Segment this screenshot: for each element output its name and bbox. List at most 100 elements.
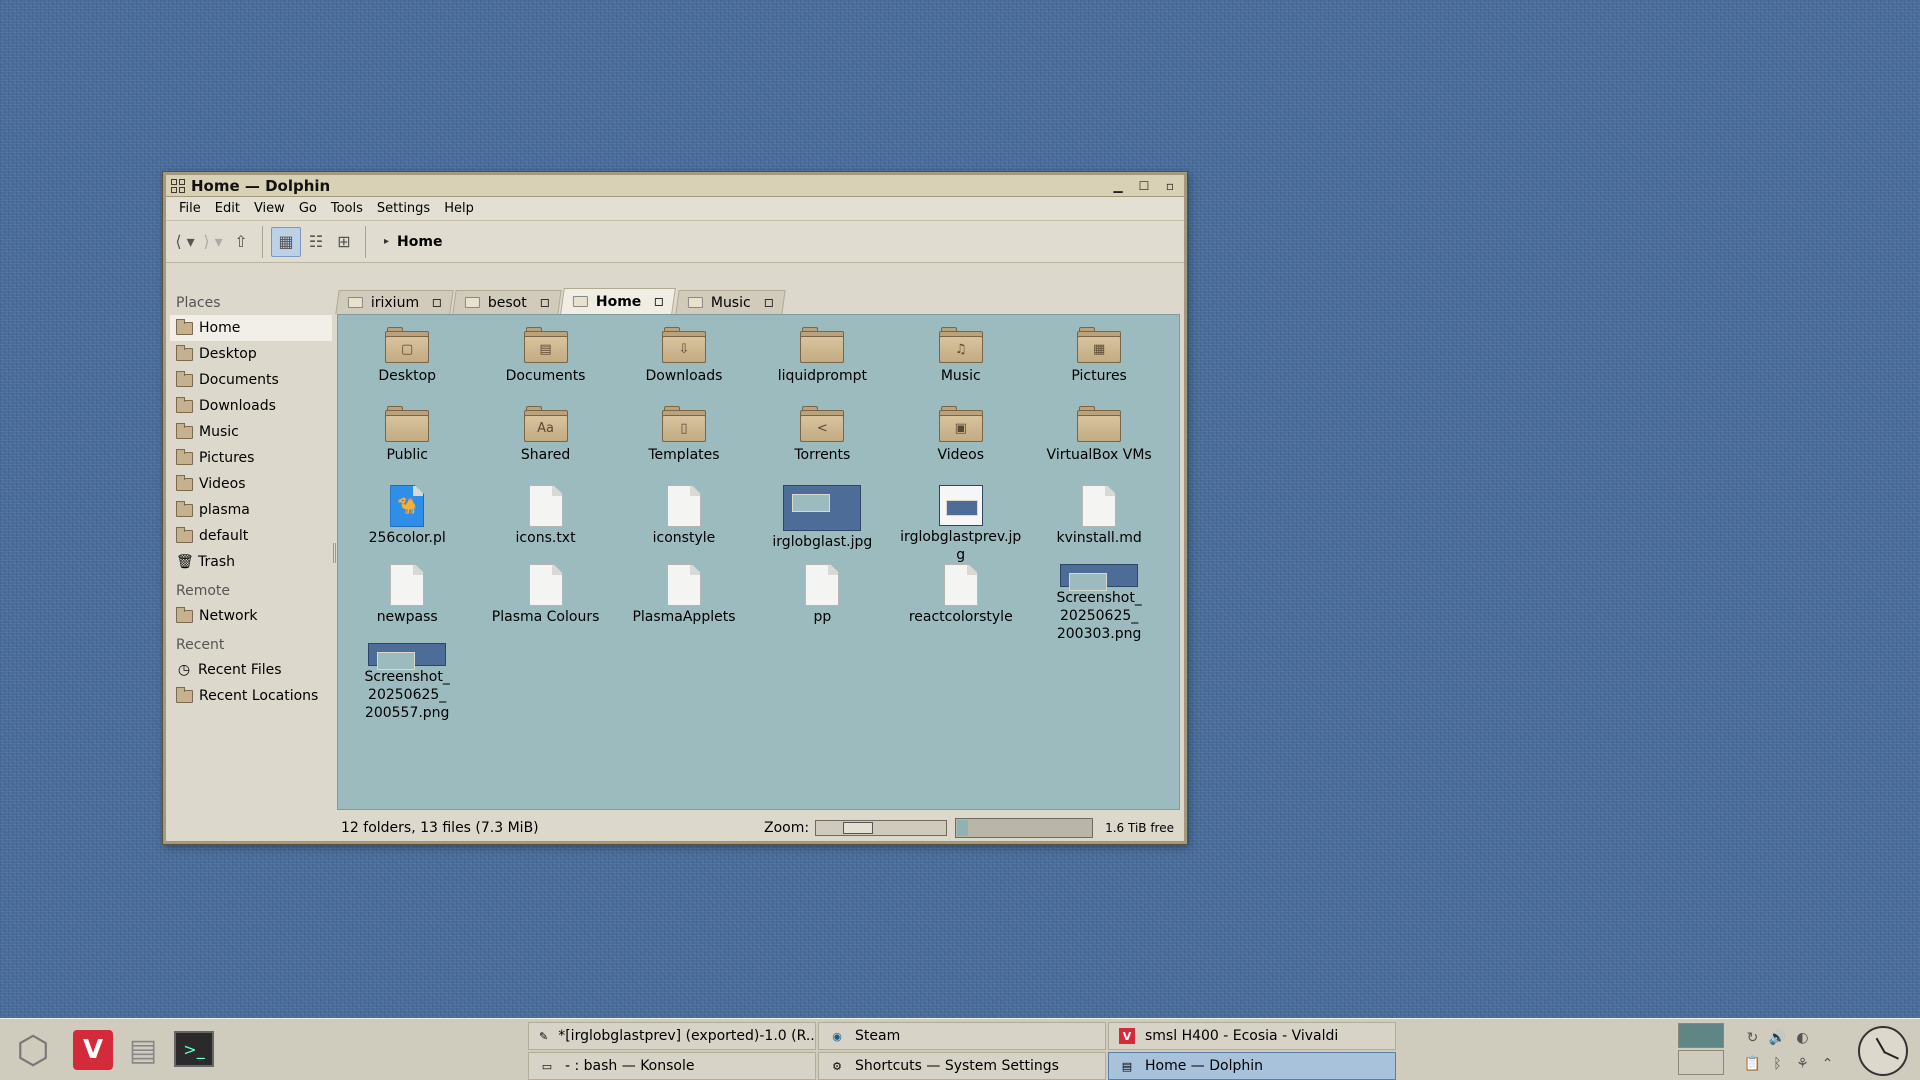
compact-view-button[interactable]: ☷ (303, 227, 329, 257)
tab-besot[interactable]: besot (452, 290, 562, 314)
terminal-launcher-icon[interactable]: >_ (174, 1031, 214, 1067)
breadcrumb[interactable]: ▸ Home (384, 234, 442, 250)
file-manager-launcher-icon[interactable]: ▤ (120, 1027, 166, 1073)
zoom-slider[interactable] (815, 820, 948, 836)
back-button[interactable]: ⟨ ▾ (172, 227, 198, 257)
task-steam[interactable]: ◉ Steam (818, 1022, 1106, 1050)
places-item-downloads[interactable]: Downloads (170, 393, 332, 419)
places-item-pictures[interactable]: Pictures (170, 445, 332, 471)
folder-item[interactable]: liquidprompt (753, 327, 891, 406)
folder-item[interactable]: < Torrents (753, 406, 891, 485)
task-settings[interactable]: ⚙ Shortcuts — System Settings (818, 1052, 1106, 1080)
file-item[interactable]: Plasma Colours (476, 564, 614, 643)
file-name: icons.txt (515, 530, 576, 546)
window-title: Home — Dolphin (191, 176, 331, 195)
minimize-button[interactable]: ▁ (1108, 177, 1128, 195)
panel-splitter[interactable] (333, 543, 336, 563)
tab-close-icon[interactable] (541, 298, 550, 307)
places-item-network[interactable]: Network (170, 603, 332, 629)
task-dolphin[interactable]: ▤ Home — Dolphin (1108, 1052, 1396, 1080)
file-item[interactable]: kvinstall.md (1030, 485, 1168, 564)
places-item-documents[interactable]: Documents (170, 367, 332, 393)
window-menu-icon[interactable] (171, 178, 185, 193)
menu-help[interactable]: Help (437, 201, 481, 216)
folder-item[interactable]: Aa Shared (476, 406, 614, 485)
desktop-1[interactable] (1678, 1023, 1724, 1048)
file-item[interactable]: pp (753, 564, 891, 643)
tab-close-icon[interactable] (655, 297, 664, 306)
desktop-2[interactable] (1678, 1050, 1724, 1075)
folder-item[interactable]: ▦ Pictures (1030, 327, 1168, 406)
task-gimp[interactable]: ✎ *[irglobglastprev] (exported)-1.0 (R... (528, 1022, 816, 1050)
places-item-default[interactable]: default (170, 523, 332, 549)
application-menu-icon[interactable]: ⬡ (10, 1027, 56, 1073)
file-item[interactable]: newpass (338, 564, 476, 643)
menu-settings[interactable]: Settings (370, 201, 437, 216)
folder-item[interactable]: VirtualBox VMs (1030, 406, 1168, 485)
folder-item[interactable]: ▢ Desktop (338, 327, 476, 406)
file-item[interactable]: iconstyle (615, 485, 753, 564)
folder-item[interactable]: Public (338, 406, 476, 485)
menu-tools[interactable]: Tools (324, 201, 370, 216)
breadcrumb-arrow-icon[interactable]: ▸ (384, 236, 389, 247)
file-item[interactable]: irglobglast.jpg (753, 485, 891, 564)
text-file-icon (528, 564, 563, 606)
tab-close-icon[interactable] (433, 298, 442, 307)
folder-item[interactable]: ⇩ Downloads (615, 327, 753, 406)
places-item-videos[interactable]: Videos (170, 471, 332, 497)
menu-edit[interactable]: Edit (208, 201, 247, 216)
places-item-music[interactable]: Music (170, 419, 332, 445)
places-item-recent-locations[interactable]: Recent Locations (170, 683, 332, 709)
tab-music[interactable]: Music (674, 290, 786, 314)
places-item-desktop[interactable]: Desktop (170, 341, 332, 367)
up-button[interactable]: ⇧ (228, 227, 254, 257)
tab-folder-icon (347, 297, 363, 308)
tab-irixium[interactable]: irixium (335, 290, 454, 314)
file-item[interactable]: reactcolorstyle (892, 564, 1030, 643)
file-item[interactable]: icons.txt (476, 485, 614, 564)
file-name: pp (813, 609, 832, 625)
file-item[interactable]: Screenshot_ 20250625_ 200557.png (338, 643, 476, 722)
analog-clock[interactable] (1858, 1026, 1908, 1076)
file-name: 256color.pl (368, 530, 446, 546)
places-item-home[interactable]: Home (170, 315, 332, 341)
close-button[interactable]: ▫ (1160, 177, 1180, 195)
folder-item[interactable]: ♫ Music (892, 327, 1030, 406)
night-color-icon[interactable]: ◐ (1790, 1025, 1815, 1051)
tab-close-icon[interactable] (764, 298, 773, 307)
volume-icon[interactable]: 🔊 (1765, 1025, 1790, 1051)
tab-home[interactable]: Home (560, 288, 677, 314)
menu-go[interactable]: Go (292, 201, 324, 216)
icons-view-button[interactable]: ▦ (271, 226, 301, 257)
folder-item[interactable]: ▤ Documents (476, 327, 614, 406)
places-item-recent-files[interactable]: ◷ Recent Files (170, 657, 332, 683)
places-item-plasma[interactable]: plasma (170, 497, 332, 523)
vivaldi-launcher-icon[interactable]: V (73, 1030, 113, 1070)
bluetooth-icon[interactable]: ᛒ (1765, 1051, 1790, 1077)
menu-view[interactable]: View (247, 201, 292, 216)
forward-button[interactable]: ⟩ ▾ (200, 227, 226, 257)
breadcrumb-home[interactable]: Home (397, 234, 442, 250)
file-item[interactable]: irglobglastprev.jpg (892, 485, 1030, 564)
details-view-button[interactable]: ⊞ (331, 227, 357, 257)
menu-file[interactable]: File (172, 201, 208, 216)
task-vivaldi[interactable]: Vsmsl H400 - Ecosia - Vivaldi (1108, 1022, 1396, 1050)
virtual-desktop-pager[interactable] (1678, 1023, 1724, 1075)
zoom-slider-handle[interactable] (843, 822, 874, 834)
maximize-button[interactable]: ☐ (1134, 177, 1154, 195)
clipboard-icon[interactable]: 📋 (1740, 1051, 1765, 1077)
status-bar: 12 folders, 13 files (7.3 MiB) Zoom: 1.6… (337, 814, 1180, 842)
dolphin-window: Home — Dolphin ▁ ☐ ▫ File Edit View Go Tools… (163, 172, 1187, 844)
network-icon[interactable]: ⚘ (1790, 1051, 1815, 1077)
update-icon[interactable]: ↻ (1740, 1025, 1765, 1051)
folder-item[interactable]: ▯ Templates (615, 406, 753, 485)
window-titlebar[interactable]: Home — Dolphin ▁ ☐ ▫ (166, 175, 1184, 197)
folder-item[interactable]: ▣ Videos (892, 406, 1030, 485)
file-item[interactable]: PlasmaApplets (615, 564, 753, 643)
expand-tray-icon[interactable]: ⌃ (1815, 1051, 1840, 1077)
file-item[interactable]: 🐪 256color.pl (338, 485, 476, 564)
file-item[interactable]: Screenshot_ 20250625_ 200303.png (1030, 564, 1168, 643)
file-view[interactable]: ▢ Desktop ▤ Documents ⇩ Downloads liquidprompt… (337, 314, 1180, 810)
task-konsole[interactable]: ▭ - : bash — Konsole (528, 1052, 816, 1080)
places-item-trash[interactable]: 🗑 Trash (170, 549, 332, 575)
